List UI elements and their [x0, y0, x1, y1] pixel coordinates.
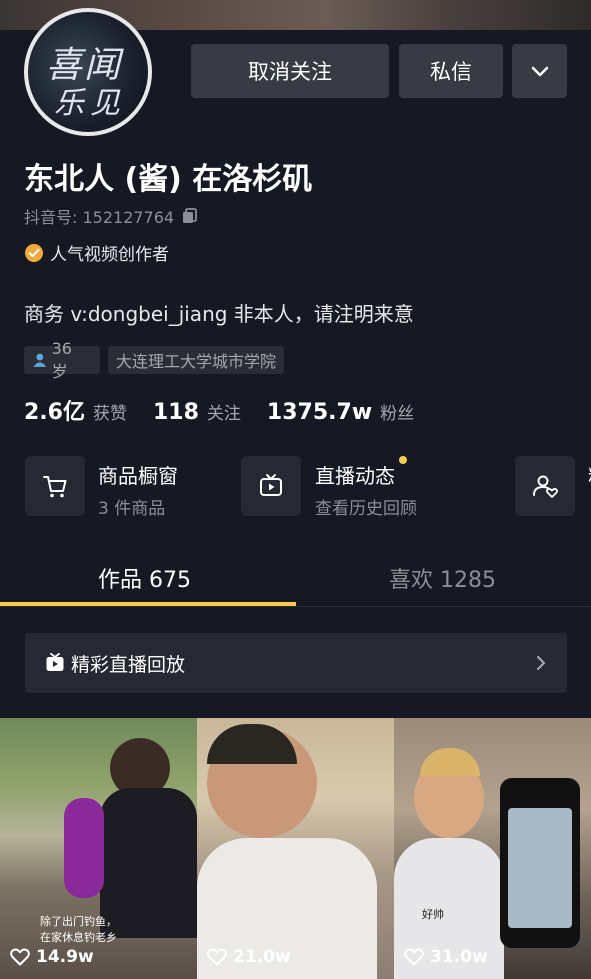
stat-value: 1375.7w	[266, 400, 373, 425]
verified-badge-icon	[25, 243, 43, 262]
avatar-text: 乐见	[54, 86, 126, 121]
stat-label: 获赞	[92, 404, 127, 424]
douyin-id-row: 抖音号: 152127764	[24, 204, 198, 228]
likes-count: 31.0w	[430, 947, 488, 967]
heart-icon	[404, 948, 424, 966]
douyin-id: 抖音号: 152127764	[24, 208, 175, 227]
unfollow-button[interactable]: 取消关注	[191, 44, 389, 98]
heart-icon	[10, 948, 30, 966]
live-replay-label: 精彩直播回放	[71, 653, 186, 676]
live-replay-bar[interactable]: 精彩直播回放	[25, 633, 567, 693]
video-likes: 21.0w	[207, 947, 291, 967]
certification-row: 人气视频创作者	[24, 240, 169, 265]
stats-row: 2.6亿 获赞 118 关注 1375.7w 粉丝	[24, 394, 440, 426]
video-caption: 除了出门钓鱼， 在家休息钓老乡	[40, 915, 117, 944]
phone-screen	[500, 778, 580, 948]
avatar[interactable]: 喜闻 乐见	[24, 8, 152, 136]
tab-works[interactable]: 作品 675	[98, 562, 191, 594]
tv-icon	[46, 653, 64, 671]
video-thumbnail[interactable]: 除了出门钓鱼， 在家休息钓老乡 14.9w	[0, 718, 197, 979]
phone-video	[508, 808, 572, 928]
shop-window-button[interactable]	[25, 456, 85, 516]
profile-name: 东北人 (酱) 在洛杉矶	[24, 162, 313, 197]
tab-divider	[0, 606, 591, 607]
more-button[interactable]	[512, 44, 567, 98]
chevron-right-icon	[536, 655, 546, 671]
video-thumbnail[interactable]: 好帅 31.0w	[394, 718, 591, 979]
person-icon	[33, 353, 47, 367]
followers-stat[interactable]: 1375.7w 粉丝	[267, 399, 414, 425]
video-caption: 好帅	[422, 908, 444, 921]
group-icon	[533, 475, 559, 498]
following-stat[interactable]: 118 关注	[153, 399, 241, 425]
person-figure	[420, 748, 480, 776]
scuba-tank	[64, 798, 104, 898]
certification-label: 人气视频创作者	[50, 245, 169, 265]
person-figure	[207, 724, 297, 764]
tab-likes[interactable]: 喜欢 1285	[389, 562, 496, 594]
age-label: 36 岁	[51, 338, 72, 381]
fan-group-button[interactable]	[515, 456, 575, 516]
live-updates-title[interactable]: 直播动态	[315, 460, 395, 489]
stat-label: 粉丝	[380, 404, 415, 424]
heart-icon	[207, 948, 227, 966]
video-likes: 31.0w	[404, 947, 488, 967]
school-tag: 大连理工大学城市学院	[108, 346, 285, 374]
stat-value: 118	[152, 400, 199, 425]
likes-count: 21.0w	[233, 947, 291, 967]
message-label: 私信	[430, 60, 472, 84]
notification-dot	[399, 456, 407, 464]
live-updates-button[interactable]	[241, 456, 301, 516]
stat-value: 2.6亿	[24, 400, 85, 425]
stat-label: 关注	[206, 404, 241, 424]
copy-icon[interactable]	[182, 208, 198, 224]
tv-icon	[260, 474, 282, 496]
message-button[interactable]: 私信	[399, 44, 503, 98]
live-updates-subtitle: 查看历史回顾	[315, 499, 417, 519]
likes-count: 14.9w	[36, 947, 94, 967]
bio-text: 商务 v:dongbei_jiang 非本人，请注明来意	[24, 302, 414, 326]
school-label: 大连理工大学城市学院	[116, 352, 277, 371]
shop-window-subtitle: 3 件商品	[98, 499, 166, 519]
chevron-down-icon	[531, 66, 548, 77]
likes-stat: 2.6亿 获赞	[24, 394, 127, 426]
video-thumbnail[interactable]: 21.0w	[197, 718, 394, 979]
unfollow-label: 取消关注	[248, 60, 332, 84]
video-likes: 14.9w	[10, 947, 94, 967]
shop-window-title[interactable]: 商品橱窗	[98, 460, 178, 489]
cart-icon	[43, 476, 67, 498]
age-tag: 36 岁	[24, 339, 100, 381]
